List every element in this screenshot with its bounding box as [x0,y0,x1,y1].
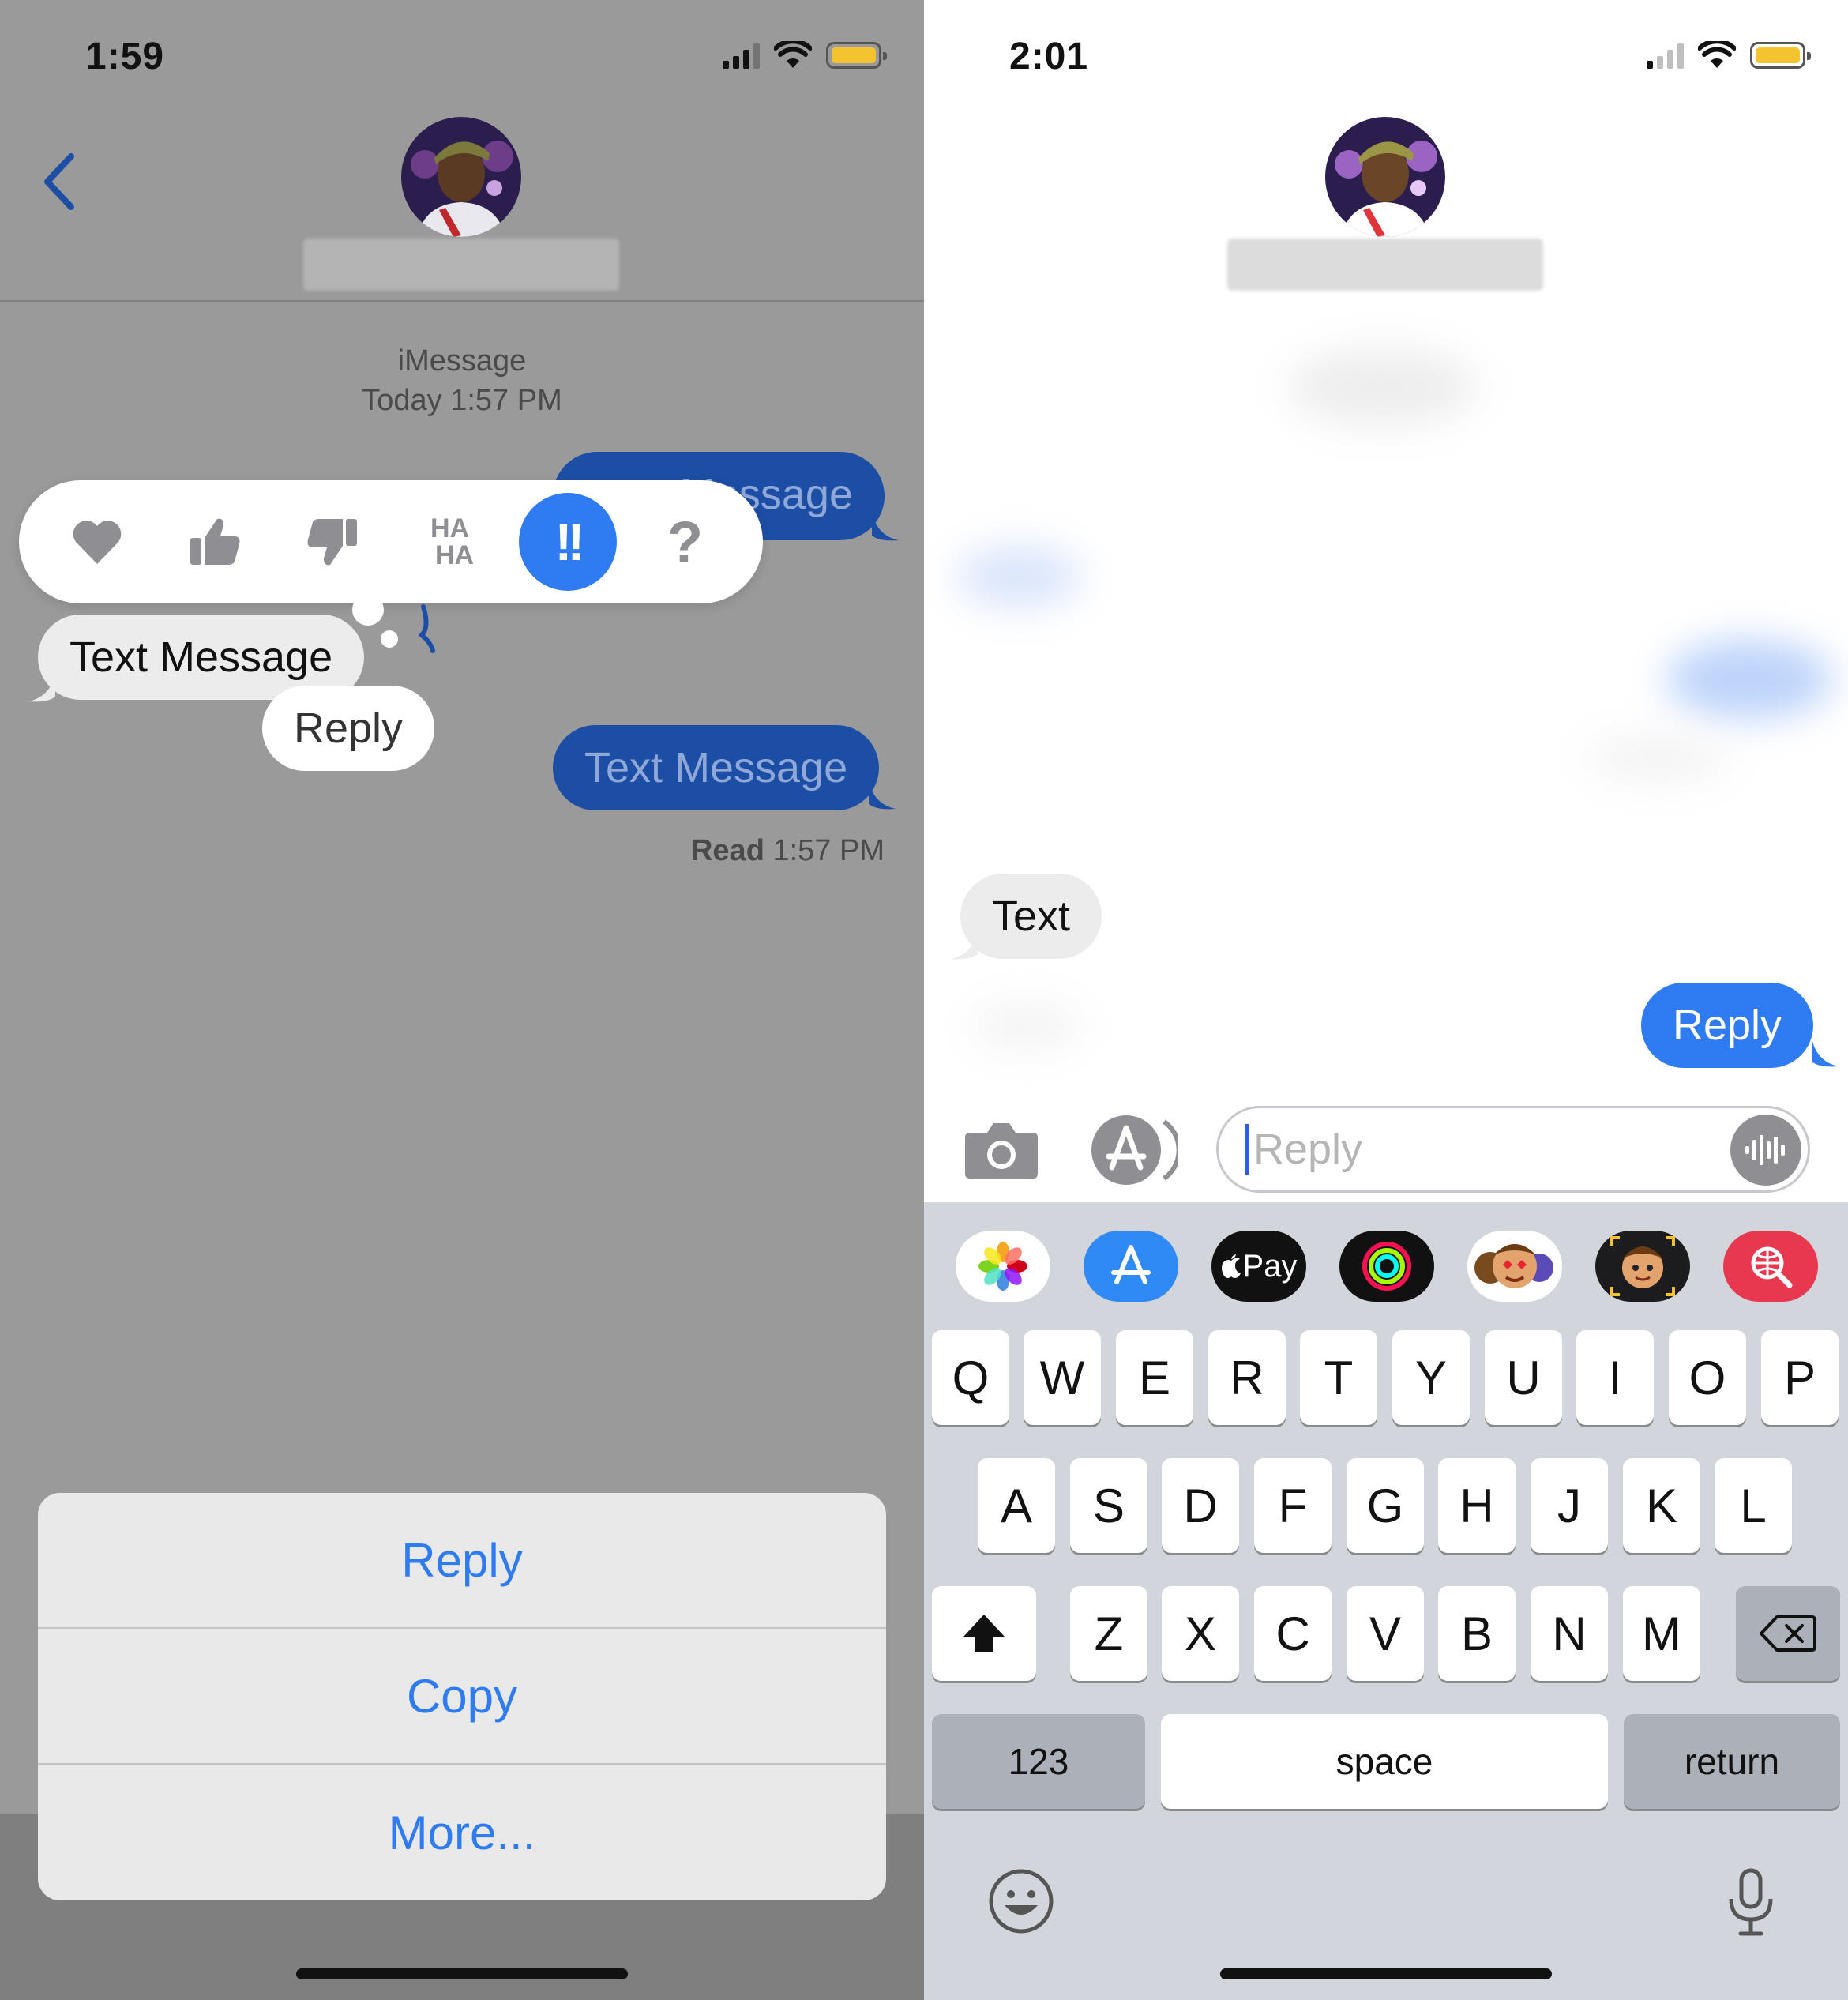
key-m[interactable]: M [1623,1586,1700,1681]
reply-preview-bubble[interactable]: Reply [262,686,435,771]
key-s[interactable]: S [1070,1458,1147,1553]
key-z[interactable]: Z [1070,1586,1147,1681]
imessage-app-drawer: Pay [924,1231,1848,1302]
animoji-icon[interactable] [1595,1231,1690,1302]
key-k[interactable]: K [1623,1458,1700,1553]
key-h[interactable]: H [1438,1458,1516,1553]
blurred-content [956,545,1082,608]
contact-name-blurred [303,239,619,291]
tapback-bar: HA HA !! ? [19,480,763,603]
camera-icon[interactable] [963,1120,1039,1180]
key-n[interactable]: N [1531,1586,1608,1681]
exclamation-icon[interactable]: !! [518,493,617,591]
bubble-tail [1812,1038,1839,1067]
tapback-pointer-dot [381,630,398,648]
action-more-button[interactable]: More... [38,1765,886,1900]
space-key[interactable]: space [1161,1714,1608,1809]
blurred-content [971,1003,1082,1051]
return-key[interactable]: return [1624,1714,1840,1809]
message-input[interactable]: Reply [1216,1106,1810,1193]
message-bubble-outgoing[interactable]: Text Message [553,725,880,810]
key-a[interactable]: A [978,1458,1055,1553]
home-indicator [296,1968,628,1979]
key-t[interactable]: T [1300,1330,1377,1425]
contact-avatar[interactable] [1325,117,1445,237]
key-e[interactable]: E [1116,1330,1193,1425]
key-v[interactable]: V [1347,1586,1424,1681]
dictation-microphone-icon[interactable] [1723,1867,1779,1938]
key-l[interactable]: L [1715,1458,1792,1553]
right-screenshot: 2:01 Text Reply Reply Pay Q W E R T Y U … [924,0,1848,2000]
bubble-tail [872,512,899,541]
text-cursor [1245,1124,1249,1175]
key-w[interactable]: W [1024,1330,1101,1425]
app-store-button-icon[interactable] [1090,1114,1178,1186]
bubble-tail [869,780,896,810]
apple-pay-icon[interactable]: Pay [1211,1231,1306,1302]
key-y[interactable]: Y [1392,1330,1470,1425]
web-search-icon[interactable] [1723,1231,1818,1302]
bubble-tail [28,673,55,702]
memoji-stickers-icon[interactable] [1467,1231,1562,1302]
blurred-content [1587,735,1730,782]
emoji-icon[interactable] [987,1867,1055,1935]
read-receipt: Read 1:57 PM [690,834,885,867]
home-indicator [1220,1968,1552,1979]
numbers-key[interactable]: 123 [932,1714,1145,1809]
haha-icon[interactable]: HA HA [401,493,499,591]
key-f[interactable]: F [1254,1458,1332,1553]
wifi-icon [1698,41,1736,68]
app-store-icon[interactable] [1084,1231,1178,1302]
timestamp-service: iMessage [397,344,527,378]
battery-icon [1750,42,1811,69]
shift-key[interactable] [932,1586,1036,1681]
key-u[interactable]: U [1485,1330,1562,1425]
photos-app-icon[interactable] [956,1231,1050,1302]
shift-arrow-icon [963,1615,1005,1652]
key-b[interactable]: B [1438,1586,1516,1681]
thumbs-down-icon[interactable] [284,493,381,591]
audio-message-icon[interactable] [1730,1115,1801,1186]
key-i[interactable]: I [1576,1330,1654,1425]
keyboard: Pay Q W E R T Y U I O P A S D F G H J K … [924,1202,1848,2000]
question-icon[interactable]: ? [637,493,734,591]
input-placeholder: Reply [1253,1126,1363,1173]
key-j[interactable]: J [1531,1458,1608,1553]
bubble-tail [951,930,978,960]
key-d[interactable]: D [1162,1458,1239,1553]
status-bar: 2:01 [924,0,1848,118]
delete-key[interactable] [1736,1586,1840,1681]
blurred-content [1287,348,1477,427]
heart-icon[interactable] [48,493,146,591]
message-bubble-incoming[interactable]: Text [960,874,1102,959]
contact-avatar[interactable] [401,117,521,237]
action-copy-button[interactable]: Copy [38,1629,886,1765]
key-o[interactable]: O [1669,1330,1746,1425]
key-p[interactable]: P [1761,1330,1839,1425]
contact-name-blurred [1227,239,1543,291]
message-bubble-outgoing[interactable]: Reply [1641,983,1814,1068]
tapback-pointer-dot [352,594,384,626]
thumbs-up-icon[interactable] [166,493,264,591]
key-q[interactable]: Q [932,1330,1009,1425]
conversation-header [0,0,924,302]
key-c[interactable]: C [1254,1586,1332,1681]
key-g[interactable]: G [1347,1458,1424,1553]
input-bar: Reply [924,1103,1848,1202]
key-r[interactable]: R [1208,1330,1286,1425]
status-time: 2:01 [1009,36,1089,77]
left-screenshot: 1:59 iMessage Today 1:57 PM Message HA H… [0,0,924,2000]
tapback-indicator-fragment [418,604,435,653]
blurred-content [1666,640,1832,719]
action-sheet: Reply Copy More... [38,1493,886,1900]
activity-icon[interactable] [1339,1231,1434,1302]
key-x[interactable]: X [1162,1586,1239,1681]
cellular-signal-icon [1647,42,1684,69]
back-chevron-icon[interactable] [36,150,84,213]
action-reply-button[interactable]: Reply [38,1493,886,1629]
timestamp-time: Today 1:57 PM [362,384,562,417]
backspace-icon [1760,1615,1816,1652]
